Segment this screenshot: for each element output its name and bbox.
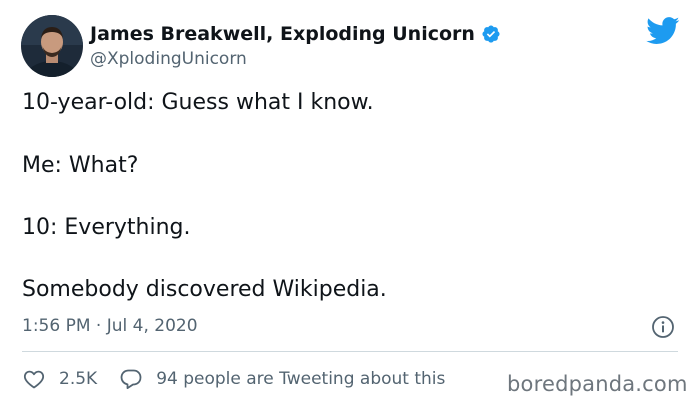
heart-icon — [23, 370, 45, 389]
like-count: 2.5K — [59, 369, 98, 389]
display-name[interactable]: James Breakwell, Exploding Unicorn — [90, 20, 475, 48]
info-icon[interactable] — [651, 315, 675, 339]
tweet-line: 10-year-old: Guess what I know. — [22, 90, 374, 115]
profile-photo — [21, 15, 83, 77]
watermark: boredpanda.com — [507, 372, 688, 396]
twitter-bird-icon[interactable] — [646, 17, 680, 45]
reply-bubble-icon — [120, 369, 142, 389]
reply-button[interactable]: 94 people are Tweeting about this — [119, 367, 445, 391]
tweet-timestamp[interactable]: 1:56 PM · Jul 4, 2020 — [22, 313, 198, 339]
verified-badge-icon — [481, 24, 501, 44]
author-info: James Breakwell, Exploding Unicorn @Xplo… — [90, 20, 610, 70]
avatar[interactable] — [21, 15, 83, 77]
tweet-line: 10: Everything. — [22, 215, 191, 240]
divider — [22, 351, 678, 352]
action-bar: 2.5K 94 people are Tweeting about this — [22, 363, 445, 395]
tweet-line: Somebody discovered Wikipedia. — [22, 277, 387, 302]
handle[interactable]: @XplodingUnicorn — [90, 48, 610, 70]
reply-text: 94 people are Tweeting about this — [156, 369, 446, 389]
name-row: James Breakwell, Exploding Unicorn — [90, 20, 610, 48]
tweet-card: James Breakwell, Exploding Unicorn @Xplo… — [0, 0, 700, 406]
like-button[interactable]: 2.5K — [22, 367, 97, 391]
tweet-line: Me: What? — [22, 153, 139, 178]
